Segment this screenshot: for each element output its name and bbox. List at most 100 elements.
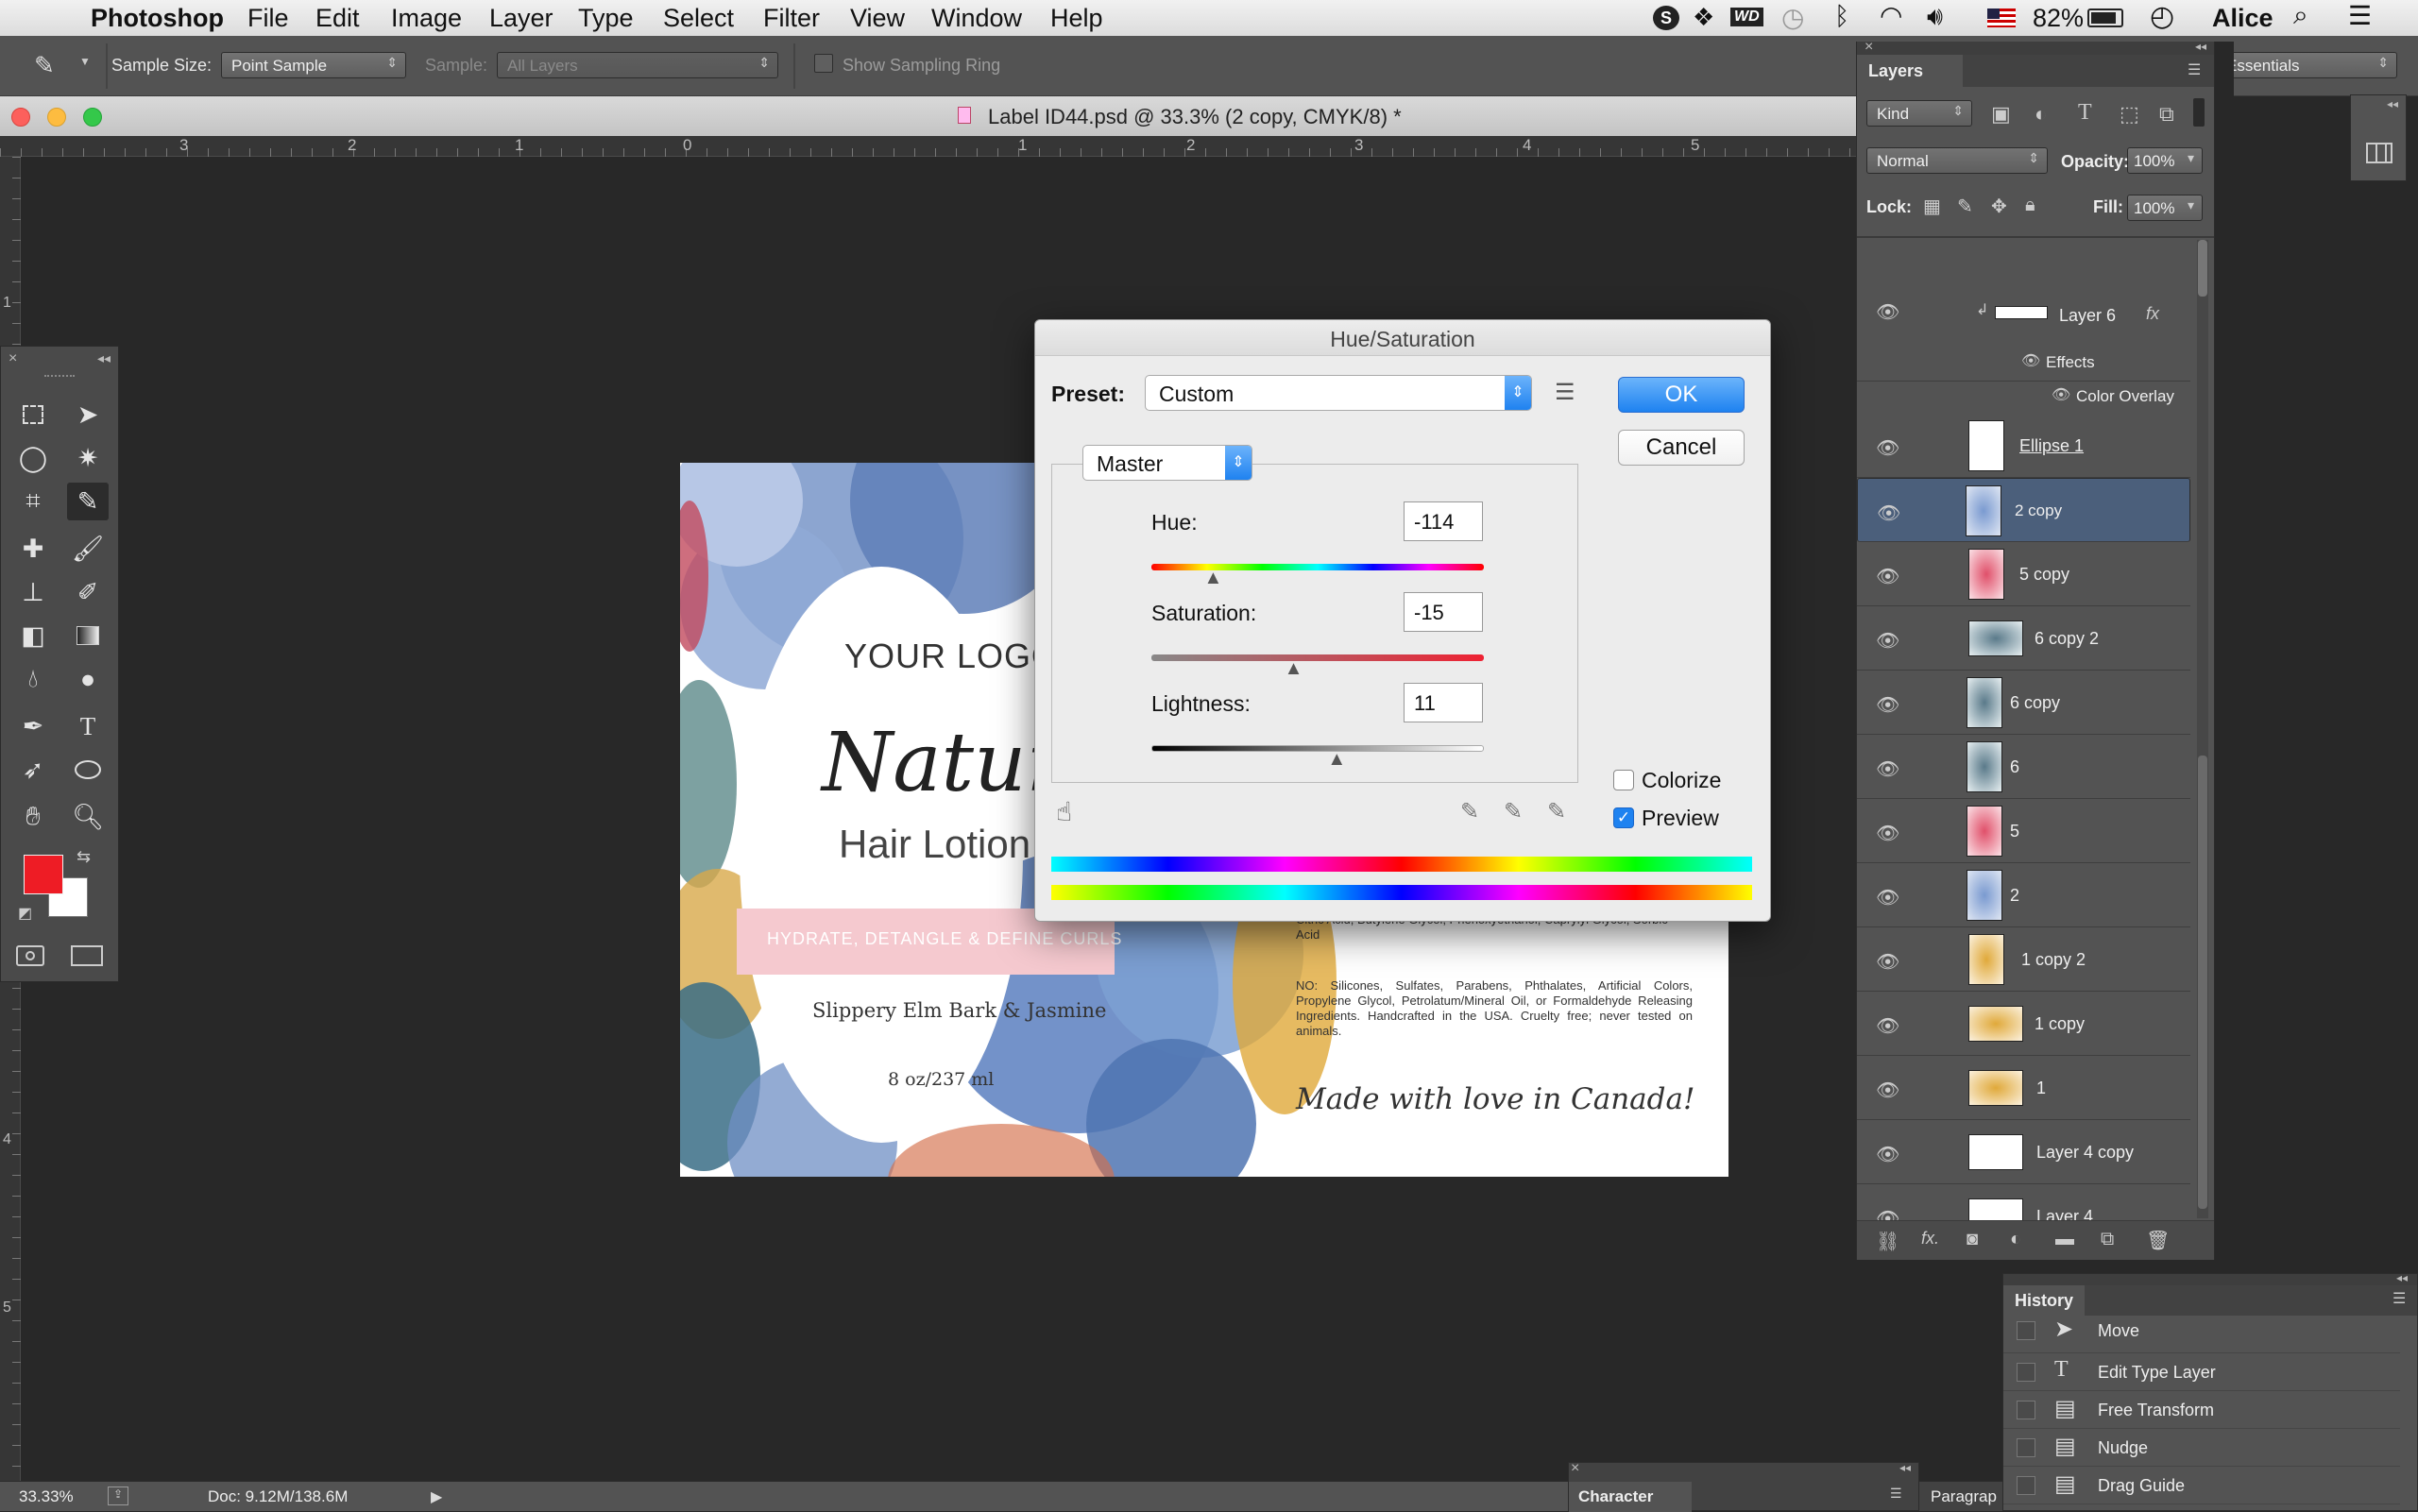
new-adjustment-icon[interactable]: ◐ bbox=[2010, 1229, 2021, 1250]
lock-transparency-icon[interactable]: ▦ bbox=[1923, 195, 1941, 218]
panel-menu-icon[interactable]: ☰ bbox=[1890, 1486, 1902, 1502]
time-machine-icon[interactable]: ◷ bbox=[1781, 2, 1804, 33]
layer-row-6-copy-2[interactable]: 👁︎ 6 copy 2 bbox=[1857, 606, 2190, 671]
color-overlay-row[interactable]: 👁︎ Color Overlay bbox=[1857, 382, 2190, 410]
sample-size-select[interactable]: Point Sample ⇕ bbox=[221, 52, 406, 78]
lasso-tool-icon[interactable]: ◯ bbox=[12, 439, 54, 477]
brush-tool-icon[interactable]: 🖌︎ bbox=[67, 530, 109, 568]
visibility-eye-icon[interactable]: 👁︎ bbox=[1876, 1079, 1899, 1102]
default-colors-icon[interactable]: ◩ bbox=[18, 904, 32, 923]
layer-row-layer-6[interactable]: 👁︎ ↲ Layer 6 fx 👁︎ Effects 👁︎ Color Over… bbox=[1857, 238, 2190, 405]
layer-row-ellipse-1[interactable]: 👁︎ Ellipse 1 bbox=[1857, 414, 2190, 478]
volume-icon[interactable]: 🔊︎ bbox=[1927, 2, 1943, 32]
scrollbar-thumb-lower[interactable] bbox=[2198, 756, 2207, 1209]
layer-row-1-copy[interactable]: 👁︎ 1 copy bbox=[1857, 992, 2190, 1056]
magic-wand-tool-icon[interactable]: ✷ bbox=[67, 439, 109, 477]
eraser-tool-icon[interactable]: ◧ bbox=[12, 617, 54, 654]
add-style-icon[interactable]: fx. bbox=[1921, 1229, 1939, 1249]
visibility-eye-icon[interactable]: 👁︎ bbox=[1876, 886, 1899, 909]
zoom-tool-icon[interactable]: 🔍︎ bbox=[67, 798, 109, 836]
blur-tool-icon[interactable]: 💧︎ bbox=[12, 660, 54, 698]
app-menu[interactable]: Photoshop bbox=[91, 4, 224, 33]
eyedropper-tool-icon[interactable]: ✎ bbox=[67, 483, 109, 520]
notification-center-icon[interactable]: ☰ bbox=[2348, 0, 2372, 31]
workspace-select[interactable]: Essentials ⇕ bbox=[2216, 52, 2397, 78]
history-snapshot-checkbox[interactable] bbox=[2017, 1401, 2035, 1419]
battery-icon[interactable] bbox=[2087, 8, 2123, 27]
menu-edit[interactable]: Edit bbox=[315, 4, 360, 33]
cancel-button[interactable]: Cancel bbox=[1618, 430, 1745, 466]
history-item[interactable]: ▤ Nudge bbox=[2003, 1429, 2400, 1467]
wd-icon[interactable]: WD bbox=[1730, 8, 1763, 26]
type-filter-icon[interactable]: T bbox=[2078, 100, 2092, 126]
menu-help[interactable]: Help bbox=[1050, 4, 1103, 33]
history-brush-tool-icon[interactable]: ✐ bbox=[67, 573, 109, 611]
layer-row-5[interactable]: 👁︎ 5 bbox=[1857, 799, 2190, 863]
history-item[interactable]: T Edit Type Layer bbox=[2003, 1353, 2400, 1391]
menu-image[interactable]: Image bbox=[391, 4, 462, 33]
collapse-panel-icon[interactable]: ◂◂ bbox=[1899, 1461, 1911, 1474]
panel-menu-icon[interactable]: ☰ bbox=[2188, 60, 2201, 79]
foreground-color-swatch[interactable] bbox=[24, 855, 63, 894]
panel-menu-icon[interactable]: ☰ bbox=[2392, 1289, 2406, 1308]
add-mask-icon[interactable]: ◙ bbox=[1967, 1229, 1978, 1250]
effects-eye-icon[interactable]: 👁︎ bbox=[2021, 351, 2040, 370]
preset-options-icon[interactable]: ☰ bbox=[1555, 379, 1575, 406]
visibility-eye-icon[interactable]: 👁︎ bbox=[1876, 629, 1899, 653]
opacity-field[interactable]: 100% ▾ bbox=[2127, 147, 2203, 174]
menu-file[interactable]: File bbox=[247, 4, 289, 33]
saturation-input[interactable]: -15 bbox=[1404, 592, 1483, 632]
layer-row-2[interactable]: 👁︎ 2 bbox=[1857, 863, 2190, 927]
blend-mode-select[interactable]: Normal ⇕ bbox=[1866, 147, 2048, 174]
layer-row-1[interactable]: 👁︎ 1 bbox=[1857, 1056, 2190, 1120]
move-tool-icon[interactable]: ➤ bbox=[67, 396, 109, 433]
colorize-checkbox[interactable] bbox=[1613, 770, 1634, 790]
filter-kind-select[interactable]: Kind ⇕ bbox=[1866, 100, 1972, 127]
battery-percent[interactable]: 82% bbox=[2033, 4, 2084, 33]
close-panel-icon[interactable]: × bbox=[1571, 1460, 1579, 1477]
hand-tool-icon[interactable]: ✋︎ bbox=[12, 798, 54, 836]
lightness-input[interactable]: 11 bbox=[1404, 683, 1483, 722]
menu-window[interactable]: Window bbox=[931, 4, 1022, 33]
tab-paragraph[interactable]: Paragrap bbox=[1931, 1487, 1997, 1506]
minimize-window-button[interactable] bbox=[47, 108, 66, 127]
close-panel-icon[interactable]: × bbox=[1865, 39, 1873, 56]
lightness-slider-track[interactable] bbox=[1151, 745, 1484, 752]
eyedropper-tool-icon[interactable]: ✎ bbox=[34, 51, 55, 80]
status-share-icon[interactable]: ⇪ bbox=[108, 1487, 128, 1505]
visibility-eye-icon[interactable]: 👁︎ bbox=[1876, 436, 1899, 460]
zoom-window-button[interactable] bbox=[83, 108, 102, 127]
trash-icon[interactable]: 🗑︎ bbox=[2146, 1229, 2170, 1252]
spotlight-icon[interactable]: ⌕ bbox=[2293, 0, 2308, 31]
fill-field[interactable]: 100% ▾ bbox=[2127, 195, 2203, 221]
eyedropper-subtract-icon[interactable]: ✎ bbox=[1547, 798, 1566, 825]
history-snapshot-checkbox[interactable] bbox=[2017, 1321, 2035, 1340]
close-panel-icon[interactable]: × bbox=[9, 350, 17, 367]
layer-row-6[interactable]: 👁︎ 6 bbox=[1857, 735, 2190, 799]
history-item[interactable]: ➤ Move bbox=[2003, 1316, 2400, 1353]
visibility-eye-icon[interactable]: 👁︎ bbox=[1876, 1143, 1899, 1166]
history-snapshot-checkbox[interactable] bbox=[2017, 1438, 2035, 1457]
new-layer-icon[interactable]: ⧉ bbox=[2101, 1229, 2114, 1250]
history-snapshot-checkbox[interactable] bbox=[2017, 1476, 2035, 1495]
visibility-eye-icon[interactable]: 👁︎ bbox=[1876, 565, 1899, 588]
ok-button[interactable]: OK bbox=[1618, 377, 1745, 413]
hue-input[interactable]: -114 bbox=[1404, 501, 1483, 541]
lock-position-icon[interactable]: ✥ bbox=[1991, 195, 2007, 218]
sample-select[interactable]: All Layers ⇕ bbox=[497, 52, 778, 78]
saturation-slider-thumb[interactable]: ▲ bbox=[1285, 658, 1303, 680]
swap-colors-icon[interactable]: ⇆ bbox=[77, 847, 91, 867]
preview-checkbox[interactable]: ✓ bbox=[1613, 807, 1634, 828]
quick-mask-icon[interactable] bbox=[16, 945, 44, 966]
adjustment-filter-icon[interactable]: ◐ bbox=[2035, 102, 2047, 127]
menu-select[interactable]: Select bbox=[663, 4, 734, 33]
menu-filter[interactable]: Filter bbox=[763, 4, 820, 33]
visibility-eye-icon[interactable]: 👁︎ bbox=[1876, 1207, 1899, 1220]
skype-icon[interactable]: S bbox=[1653, 6, 1679, 30]
saturation-slider-track[interactable] bbox=[1151, 654, 1484, 661]
lock-pixels-icon[interactable]: ✎ bbox=[1957, 195, 1973, 218]
horizontal-ruler[interactable]: 3 2 1 0 1 2 3 4 5 6 bbox=[0, 136, 1865, 157]
preset-select[interactable]: Custom ⇕ bbox=[1145, 375, 1532, 411]
scrollbar-thumb[interactable] bbox=[2198, 240, 2207, 297]
layer-row-1-copy-2[interactable]: 👁︎ 1 copy 2 bbox=[1857, 927, 2190, 992]
